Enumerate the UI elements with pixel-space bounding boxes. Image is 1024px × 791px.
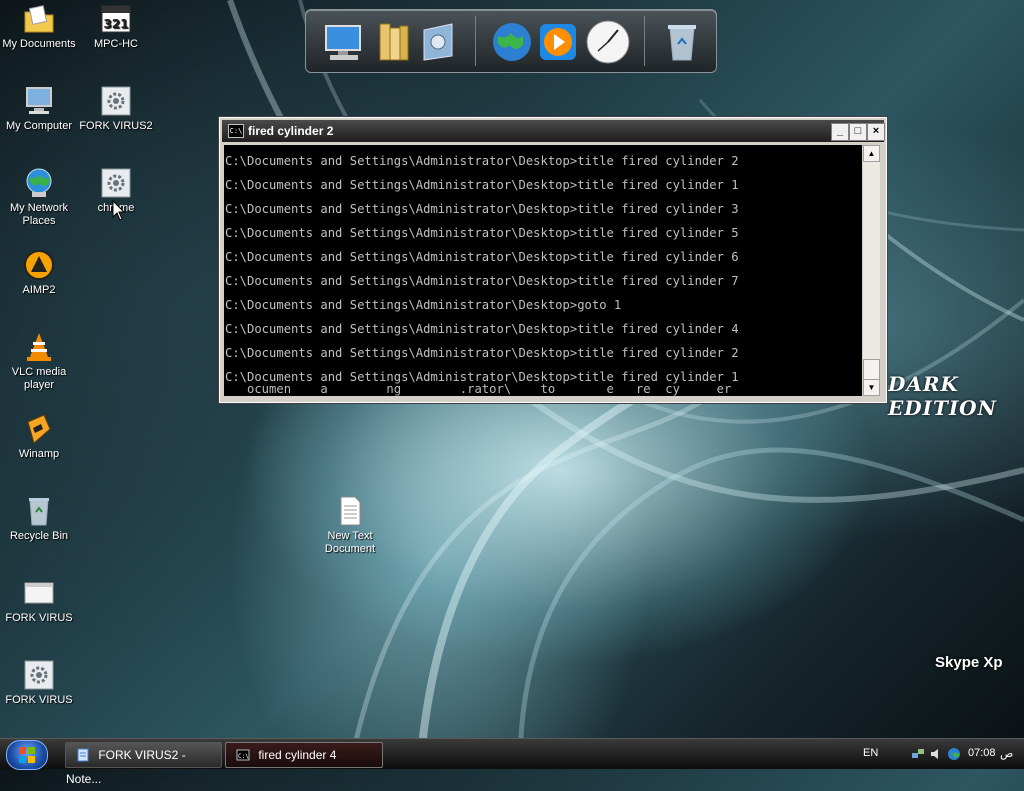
close-button[interactable]: × bbox=[867, 123, 885, 141]
desktop-icon-vlc[interactable]: VLC media player bbox=[0, 330, 78, 392]
dock bbox=[305, 9, 717, 73]
dock-separator bbox=[644, 16, 645, 66]
wallpaper-brand-text: Skype Xp bbox=[935, 654, 1003, 671]
console-line: C:\Documents and Settings\Administrator\… bbox=[225, 298, 622, 312]
desktop-icon-winamp[interactable]: Winamp bbox=[0, 412, 78, 461]
vlc-cone-icon bbox=[27, 333, 51, 361]
folder-icon[interactable] bbox=[370, 18, 418, 66]
desktop-icon-mpc-hc[interactable]: 321 MPC-HC bbox=[77, 2, 155, 51]
desktop-icon-fork-virus-2[interactable]: FORK VIRUS bbox=[0, 658, 78, 707]
volume-tray-icon[interactable] bbox=[929, 747, 943, 761]
maximize-button[interactable]: □ bbox=[849, 123, 867, 141]
batch-file-icon bbox=[101, 168, 131, 198]
svg-text:321: 321 bbox=[103, 17, 128, 31]
control-panel-icon[interactable] bbox=[416, 18, 464, 66]
cmd-window[interactable]: C:\ fired cylinder 2 _ □ × C:\Documents … bbox=[219, 117, 887, 403]
taskbar-label: fired cylinder 4 bbox=[258, 748, 337, 762]
start-button[interactable] bbox=[6, 740, 48, 770]
console-output[interactable]: C:\Documents and Settings\Administrator\… bbox=[224, 145, 862, 396]
clock-icon[interactable] bbox=[584, 18, 632, 66]
text-document-icon bbox=[340, 496, 361, 526]
desktop-icon-my-network-places[interactable]: My Network Places bbox=[0, 166, 78, 228]
console-line: C:\Documents and Settings\Administrator\… bbox=[225, 274, 739, 288]
console-line: C:\Documents and Settings\Administrator\… bbox=[225, 154, 739, 168]
folder-documents-icon bbox=[24, 5, 54, 33]
network-tray-icon[interactable] bbox=[911, 747, 925, 761]
desktop-icon-aimp2[interactable]: AIMP2 bbox=[0, 248, 78, 297]
desktop-icon-recycle-bin[interactable]: Recycle Bin bbox=[0, 494, 78, 543]
console-line: C:\Documents and Settings\Administrator\… bbox=[225, 346, 739, 360]
desktop-icon-fork-virus-1[interactable]: FORK VIRUS bbox=[0, 576, 78, 625]
batch-file-icon bbox=[24, 660, 54, 690]
cmd-titlebar[interactable]: C:\ fired cylinder 2 _ □ × bbox=[222, 120, 885, 142]
taskbar-button-notepad[interactable]: FORK VIRUS2 - Note... bbox=[65, 742, 222, 786]
scroll-up-button[interactable]: ▲ bbox=[863, 145, 880, 162]
vertical-scrollbar[interactable]: ▲ ▼ bbox=[863, 145, 880, 396]
console-line: C:\Documents and Settings\Administrator\… bbox=[225, 250, 739, 264]
desktop-icon-my-documents[interactable]: My Documents bbox=[0, 2, 78, 51]
console-partial-line: ocumen a ng .rator\ to e re cy er bbox=[225, 382, 732, 396]
notepad-icon bbox=[77, 748, 89, 762]
console-line: C:\Documents and Settings\Administrator\… bbox=[225, 178, 739, 192]
computer-icon bbox=[26, 87, 52, 114]
windows-logo-icon bbox=[19, 747, 35, 763]
wallpaper-edition-text: DARK EDITION bbox=[888, 372, 997, 420]
winamp-icon bbox=[27, 414, 51, 444]
aimp-icon bbox=[24, 250, 54, 280]
scroll-thumb[interactable] bbox=[863, 359, 880, 381]
scroll-down-button[interactable]: ▼ bbox=[863, 379, 880, 396]
media-play-icon[interactable] bbox=[534, 18, 582, 66]
desktop-icon-my-computer[interactable]: My Computer bbox=[0, 84, 78, 133]
window-title: fired cylinder 2 bbox=[248, 124, 334, 138]
desktop-icon-new-text-document[interactable]: New Text Document bbox=[311, 494, 389, 556]
cmd-icon: C:\ bbox=[236, 749, 250, 761]
svg-text:C:\: C:\ bbox=[238, 753, 249, 760]
clock-time[interactable]: 07:08 bbox=[968, 747, 996, 759]
console-line: C:\Documents and Settings\Administrator\… bbox=[225, 226, 739, 240]
clock-ampm: ص bbox=[1000, 748, 1014, 760]
cmd-app-icon: C:\ bbox=[228, 124, 244, 138]
media-player-classic-icon: 321 bbox=[101, 5, 131, 33]
console-line: C:\Documents and Settings\Administrator\… bbox=[225, 322, 739, 336]
batch-file-icon bbox=[101, 86, 131, 116]
app-tray-icon[interactable] bbox=[947, 747, 961, 761]
taskbar: FORK VIRUS2 - Note... C:\ fired cylinder… bbox=[0, 738, 1024, 786]
dock-separator bbox=[475, 16, 476, 66]
language-indicator[interactable]: EN bbox=[863, 747, 878, 759]
mouse-cursor-icon bbox=[112, 200, 126, 221]
desktop-icon-fork-virus2[interactable]: FORK VIRUS2 bbox=[77, 84, 155, 133]
taskbar-button-cmd[interactable]: C:\ fired cylinder 4 bbox=[225, 742, 383, 768]
recycle-bin-icon bbox=[29, 498, 49, 526]
network-globe-icon bbox=[26, 168, 52, 197]
trash-icon[interactable] bbox=[658, 18, 706, 66]
window-file-icon bbox=[24, 582, 54, 604]
globe-icon[interactable] bbox=[488, 18, 536, 66]
console-line: C:\Documents and Settings\Administrator\… bbox=[225, 202, 739, 216]
minimize-button[interactable]: _ bbox=[831, 123, 849, 141]
computer-icon[interactable] bbox=[320, 18, 368, 66]
